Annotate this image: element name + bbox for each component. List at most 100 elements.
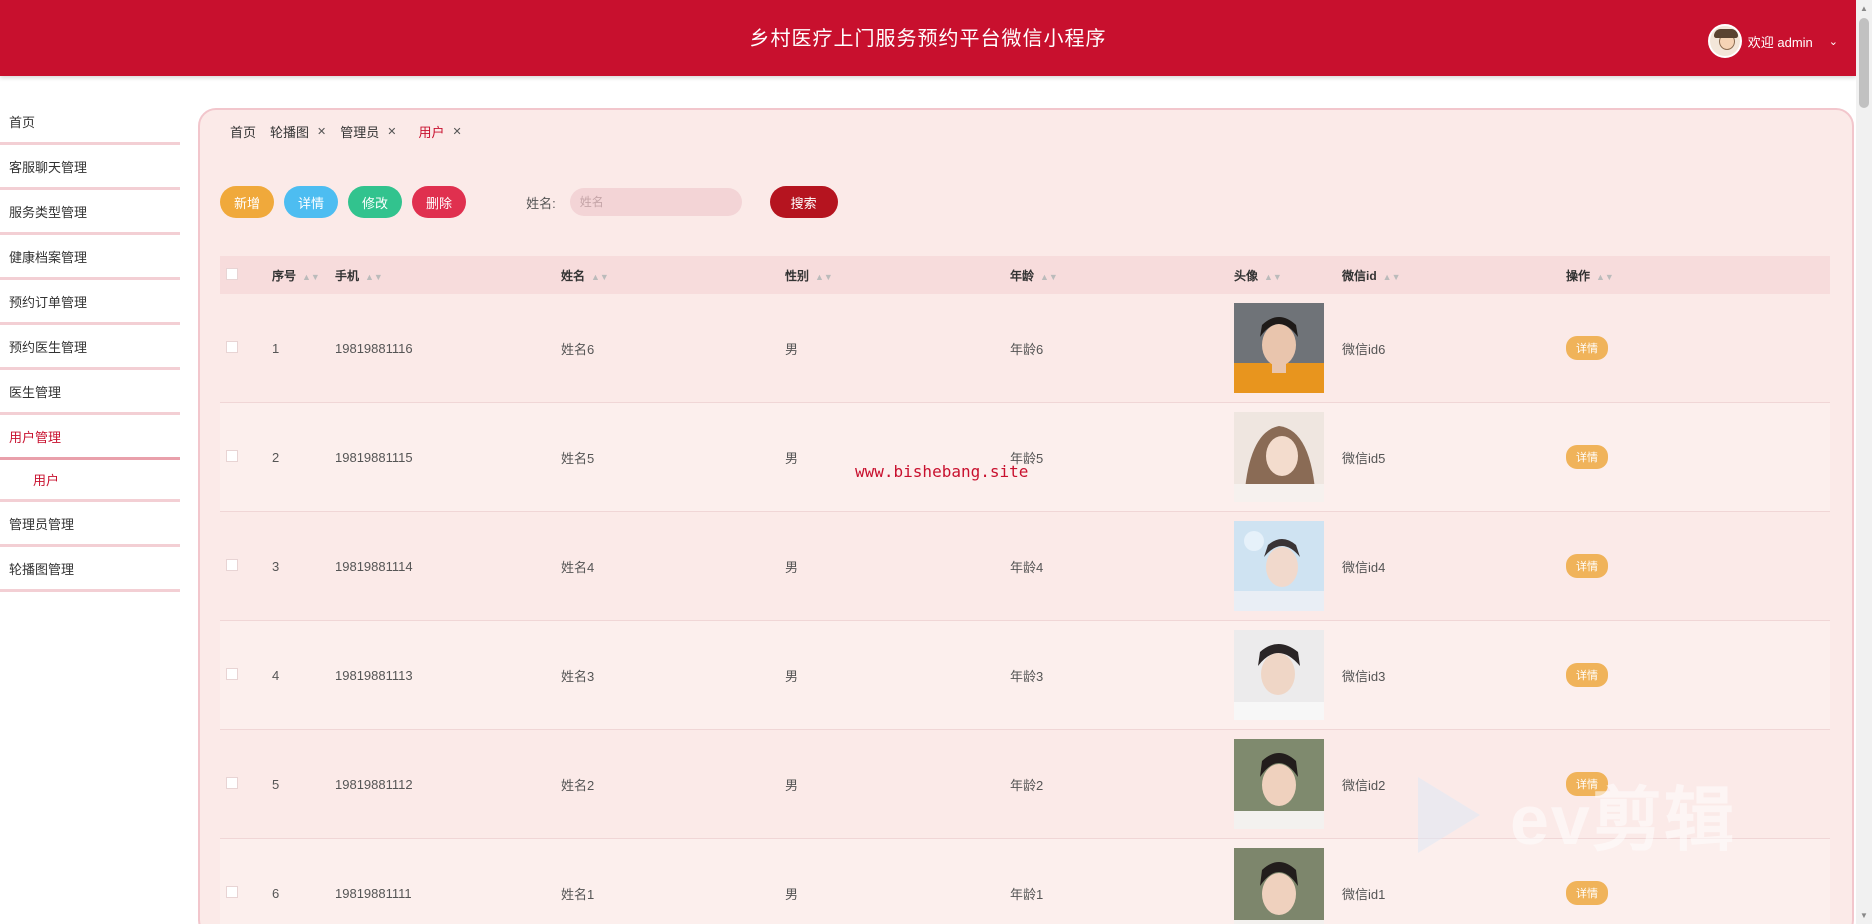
column-label[interactable]: 微信id [1342, 269, 1377, 283]
table-row[interactable]: 3 19819881114 姓名4 男 年龄4 微信id4 详情 [220, 512, 1830, 621]
row-checkbox[interactable] [226, 340, 238, 353]
close-icon[interactable]: ✕ [387, 125, 396, 138]
user-avatar-photo[interactable] [1234, 303, 1324, 393]
row-detail-button[interactable]: 详情 [1566, 881, 1608, 905]
sort-icon[interactable]: ▲▼ [591, 272, 609, 282]
table-row[interactable]: 1 19819881116 姓名6 男 年龄6 微信id6 详情 [220, 294, 1830, 403]
cell-name: 姓名6 [561, 341, 595, 357]
sidebar-item-orders[interactable]: 预约订单管理 [0, 280, 180, 325]
column-header-wechat-id[interactable]: 微信id ▲▼ [1342, 267, 1566, 284]
close-icon[interactable]: ✕ [453, 125, 462, 138]
sort-icon[interactable]: ▲▼ [365, 272, 383, 282]
sidebar-item-admin[interactable]: 管理员管理 [0, 502, 180, 547]
select-all-checkbox[interactable] [226, 267, 238, 280]
user-avatar-photo[interactable] [1234, 521, 1324, 611]
cell-age: 年龄3 [1010, 668, 1044, 684]
cell-age: 年龄1 [1010, 886, 1044, 902]
row-checkbox[interactable] [226, 776, 238, 789]
sidebar-item-user[interactable]: 用户管理 [0, 415, 180, 460]
tab-label[interactable]: 轮播图 [270, 122, 309, 141]
tab-user[interactable]: 用户 ✕ [418, 122, 461, 141]
scroll-up-icon[interactable]: ▲ [1860, 4, 1868, 13]
detail-button[interactable]: 详情 [284, 186, 339, 218]
user-menu[interactable]: 欢迎 admin ⌄ [1707, 24, 1838, 58]
tab-label[interactable]: 管理员 [340, 122, 379, 141]
table-row[interactable]: 4 19819881113 姓名3 男 年龄3 微信id3 详情 [220, 621, 1830, 730]
cell-name: 姓名1 [561, 886, 595, 902]
cell-phone: 19819881116 [335, 340, 413, 356]
sidebar-item-doctor[interactable]: 医生管理 [0, 370, 180, 415]
sidebar-item-home[interactable]: 首页 [0, 100, 180, 145]
column-label[interactable]: 年龄 [1010, 269, 1034, 283]
sort-icon[interactable]: ▲▼ [1040, 272, 1058, 282]
delete-button[interactable]: 删除 [412, 186, 467, 218]
cell-phone: 19819881112 [335, 776, 413, 792]
row-detail-button[interactable]: 详情 [1566, 554, 1608, 578]
cell-gender: 男 [785, 668, 799, 684]
tab-admin[interactable]: 管理员 ✕ [340, 122, 396, 141]
sidebar-item-health-record[interactable]: 健康档案管理 [0, 235, 180, 280]
chevron-down-icon[interactable]: ⌄ [1829, 35, 1838, 48]
tab-carousel[interactable]: 轮播图 ✕ [270, 122, 326, 141]
cell-name: 姓名4 [561, 559, 595, 575]
row-checkbox[interactable] [226, 558, 238, 571]
user-avatar-photo[interactable] [1234, 412, 1324, 502]
row-detail-button[interactable]: 详情 [1566, 663, 1608, 687]
column-header-avatar[interactable]: 头像 ▲▼ [1234, 267, 1342, 284]
sort-icon[interactable]: ▲▼ [302, 272, 320, 282]
table-row[interactable]: 2 19819881115 姓名5 男 年龄5 微信id5 详情 [220, 403, 1830, 512]
row-checkbox[interactable] [226, 885, 238, 898]
sort-icon[interactable]: ▲▼ [1596, 272, 1614, 282]
user-avatar[interactable] [1707, 24, 1742, 58]
tab-home[interactable]: 首页 [230, 122, 256, 141]
ev-logo-text: ev剪辑 [1510, 781, 1736, 859]
sidebar-item-booking-doctor[interactable]: 预约医生管理 [0, 325, 180, 370]
edit-button[interactable]: 修改 [348, 186, 403, 218]
column-header-no[interactable]: 序号 ▲▼ [272, 267, 335, 284]
sort-icon[interactable]: ▲▼ [1383, 272, 1401, 282]
cell-no: 1 [272, 340, 280, 356]
tab-label[interactable]: 首页 [230, 122, 256, 141]
sidebar-item-service-type[interactable]: 服务类型管理 [0, 190, 180, 235]
column-label[interactable]: 姓名 [561, 269, 585, 283]
column-header-name[interactable]: 姓名 ▲▼ [561, 267, 785, 284]
cell-wechat-id: 微信id6 [1342, 341, 1386, 357]
tab-bar: 首页 轮播图 ✕ 管理员 ✕ 用户 ✕ [230, 122, 476, 141]
page-scrollbar[interactable]: ▲ ▼ [1856, 0, 1872, 924]
scroll-down-icon[interactable]: ▼ [1860, 911, 1868, 920]
search-button[interactable]: 搜索 [769, 186, 838, 218]
cell-wechat-id: 微信id4 [1342, 559, 1386, 575]
welcome-text[interactable]: 欢迎 admin [1748, 32, 1813, 51]
user-avatar-photo[interactable] [1234, 848, 1324, 924]
cell-no: 5 [272, 776, 280, 792]
column-label[interactable]: 头像 [1234, 269, 1258, 283]
name-search-input[interactable] [569, 188, 742, 216]
cell-name: 姓名5 [561, 450, 595, 466]
tab-label[interactable]: 用户 [418, 122, 444, 141]
table-header: 序号 ▲▼ 手机 ▲▼ 姓名 ▲▼ 性别 ▲▼ 年龄 ▲▼ 头像 ▲▼ 微信id ▲▼ 操作 ▲… [220, 256, 1830, 294]
toolbar: 新增 详情 修改 删除 姓名: 搜索 [220, 186, 848, 218]
scrollbar-thumb[interactable] [1859, 18, 1869, 108]
column-label[interactable]: 性别 [785, 269, 809, 283]
sort-icon[interactable]: ▲▼ [815, 272, 833, 282]
sort-icon[interactable]: ▲▼ [1264, 272, 1282, 282]
user-avatar-photo[interactable] [1234, 739, 1324, 829]
sidebar-subitem-user[interactable]: 用户 [0, 460, 180, 502]
add-button[interactable]: 新增 [220, 186, 275, 218]
row-detail-button[interactable]: 详情 [1566, 336, 1608, 360]
column-header-phone[interactable]: 手机 ▲▼ [335, 267, 561, 284]
column-header-age[interactable]: 年龄 ▲▼ [1010, 267, 1234, 284]
sidebar-item-carousel[interactable]: 轮播图管理 [0, 547, 180, 592]
sidebar-item-chat[interactable]: 客服聊天管理 [0, 145, 180, 190]
row-detail-button[interactable]: 详情 [1566, 445, 1608, 469]
column-header-actions[interactable]: 操作 ▲▼ [1566, 267, 1716, 284]
close-icon[interactable]: ✕ [317, 125, 326, 138]
column-label[interactable]: 手机 [335, 269, 359, 283]
column-label[interactable]: 操作 [1566, 269, 1590, 283]
row-checkbox[interactable] [226, 449, 238, 462]
column-label[interactable]: 序号 [272, 269, 296, 283]
user-avatar-photo[interactable] [1234, 630, 1324, 720]
cell-gender: 男 [785, 559, 799, 575]
column-header-gender[interactable]: 性别 ▲▼ [785, 267, 1010, 284]
row-checkbox[interactable] [226, 667, 238, 680]
